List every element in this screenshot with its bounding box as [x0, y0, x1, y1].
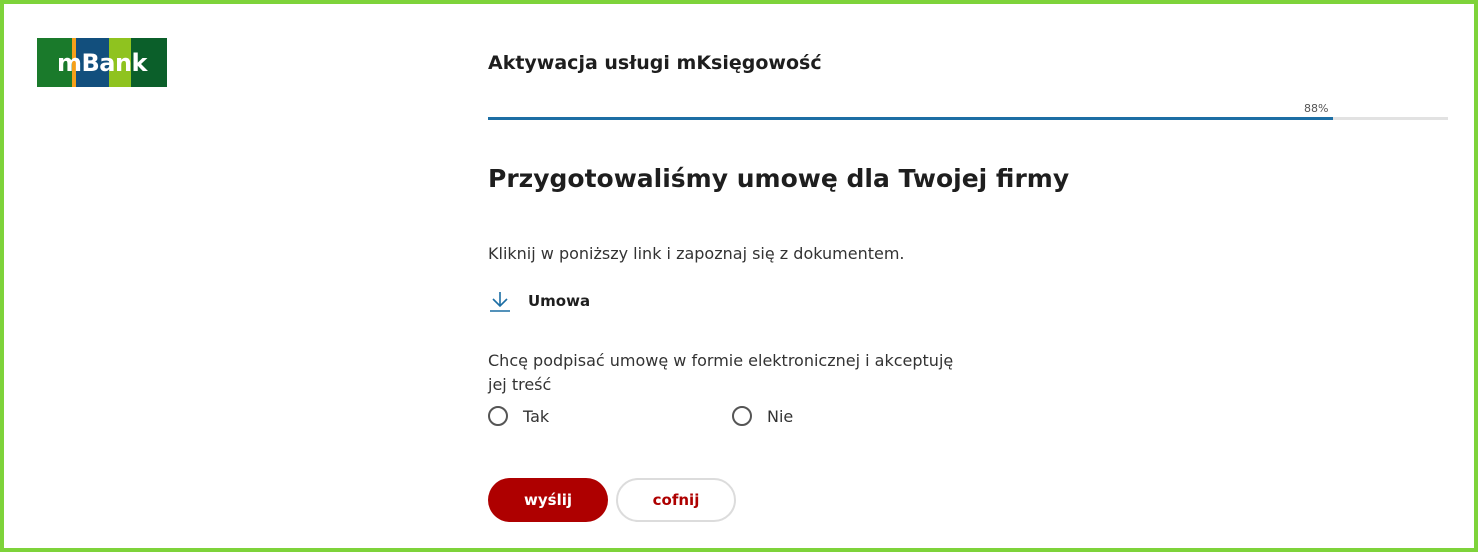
header-title: Aktywacja usługi mKsięgowość	[488, 52, 822, 74]
contract-link-label: Umowa	[528, 292, 591, 310]
radio-yes[interactable]: Tak	[488, 406, 549, 426]
back-button[interactable]: cofnij	[616, 478, 736, 522]
download-icon	[490, 292, 510, 312]
radio-no-label: Nie	[767, 406, 794, 426]
progress-bar	[488, 117, 1448, 120]
mbank-logo: mBank	[37, 38, 167, 87]
contract-download-link[interactable]: Umowa	[488, 289, 590, 313]
radio-yes-label: Tak	[523, 406, 550, 426]
radio-no[interactable]: Nie	[732, 406, 793, 426]
progress-percentage: 88%	[1304, 102, 1329, 115]
progress-bar-fill	[488, 117, 1333, 120]
page-title: Przygotowaliśmy umowę dla Twojej firmy	[488, 164, 1070, 193]
page-frame: mBank Aktywacja usługi mKsięgowość 88% P…	[0, 0, 1478, 552]
radio-circle-icon	[732, 406, 752, 426]
logo-text: mBank	[56, 48, 148, 77]
consent-text: Chcę podpisać umowę w formie elektronicz…	[488, 351, 954, 394]
submit-button[interactable]: wyślij	[488, 478, 608, 522]
instruction-text: Kliknij w poniższy link i zapoznaj się z…	[488, 244, 905, 263]
radio-circle-icon	[488, 406, 508, 426]
